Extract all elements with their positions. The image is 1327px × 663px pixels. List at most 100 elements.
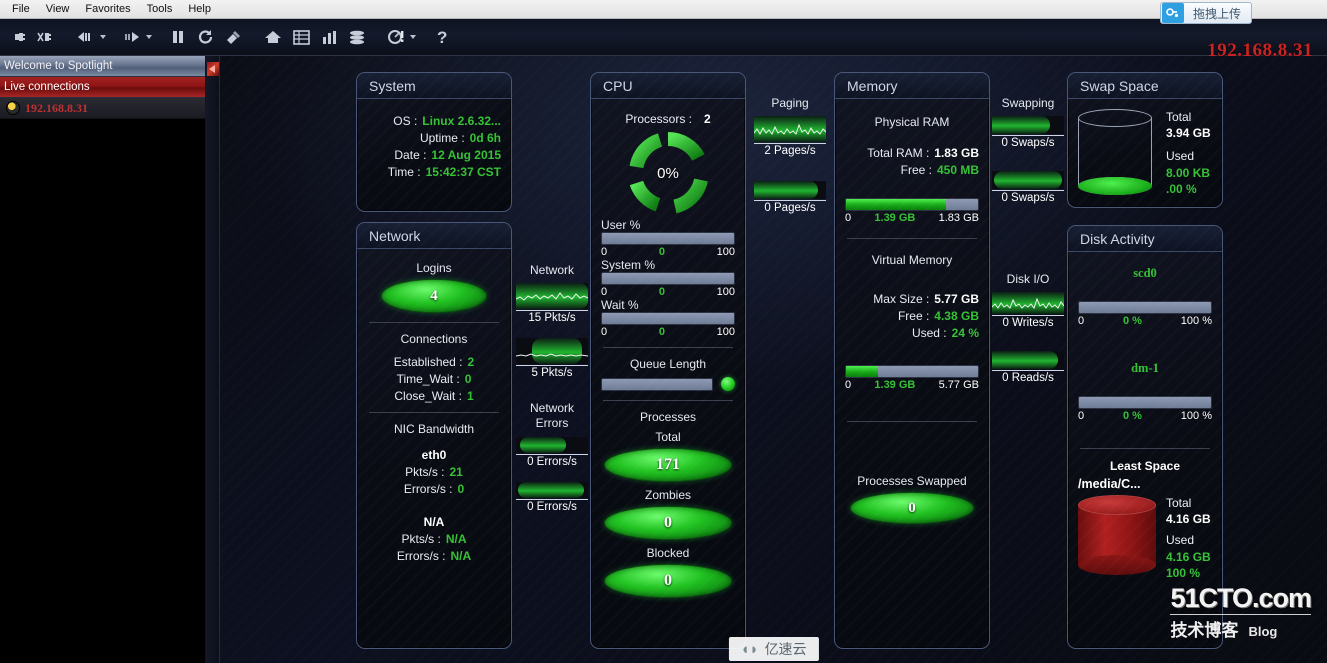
memory-free-label: Free :	[900, 163, 932, 177]
cpu-bar-user-min: 0	[601, 246, 608, 258]
connect-icon[interactable]	[6, 24, 32, 50]
processes-swapped-label: Processes Swapped	[857, 474, 967, 488]
nic-1-name: N/A	[423, 515, 445, 529]
database-icon[interactable]	[344, 24, 370, 50]
disconnect-icon[interactable]	[34, 24, 60, 50]
menu-item-file[interactable]: File	[4, 1, 38, 17]
panel-network[interactable]: Network Logins 4 Connections Established…	[356, 222, 512, 649]
swapping-flow-title: Swapping	[1001, 96, 1055, 110]
least-space-used-label: Used	[1166, 533, 1195, 548]
cpu-bar-label-user: User %	[601, 218, 641, 232]
alarm-dropdown-caret-icon[interactable]	[410, 35, 416, 39]
disk-0-max: 100 %	[1180, 315, 1212, 327]
virtual-used-row: Used : 24 %	[845, 326, 979, 340]
processes-swapped-gauge: 0	[850, 492, 974, 524]
memory-total-ram-value: 1.83 GB	[934, 146, 979, 160]
alarm-icon[interactable]	[383, 24, 409, 50]
processes-blocked-label: Blocked	[646, 546, 690, 560]
cpu-bar-system-max: 100	[716, 286, 735, 298]
menu-item-tools[interactable]: Tools	[139, 1, 181, 17]
panel-swap-space[interactable]: Swap Space Total 3.94 GB Used 8.00 KB .0…	[1067, 72, 1223, 208]
network-flow-value-0: 15 Pkts/s	[516, 310, 588, 324]
nic-0-errors-label: Errors/s :	[403, 482, 453, 496]
cloud-upload-icon	[1161, 3, 1184, 23]
cpu-usage-percent: 0%	[657, 164, 679, 182]
panel-cpu[interactable]: CPU Processors : 2 0% User % 0 0 100 Sys…	[590, 72, 746, 649]
grid-icon[interactable]	[288, 24, 314, 50]
processes-zombies-gauge: 0	[604, 506, 732, 540]
processes-blocked-gauge: 0	[604, 564, 732, 598]
least-space-cylinder	[1078, 495, 1156, 575]
established-label: Established :	[393, 355, 463, 369]
cpu-bar-user-value: 0	[658, 246, 665, 258]
network-flow-strip-0	[516, 283, 588, 309]
nic-0-name: eth0	[421, 448, 447, 462]
swapping-flow-widget: Swapping 0 Swaps/s 0 Swaps/s	[992, 96, 1064, 204]
disk-1-bar-labels: 0 0 % 100 %	[1078, 410, 1212, 422]
menu-item-view[interactable]: View	[38, 1, 78, 17]
sidebar-item-connection[interactable]: 192.168.8.31	[0, 98, 205, 119]
cpu-bar-user-max: 100	[716, 246, 735, 258]
system-row-date: Date : 12 Aug 2015	[367, 148, 501, 162]
virtual-free-row: Free : 4.38 GB	[845, 309, 979, 323]
close-wait-value: 1	[466, 389, 474, 403]
back-arrow-icon[interactable]	[73, 24, 99, 50]
swapping-strip-1	[992, 171, 1064, 189]
cpu-bar-system-value: 0	[658, 286, 665, 298]
processes-label: Processes	[639, 410, 697, 424]
panel-system[interactable]: System OS : Linux 2.6.32... Uptime : 0d …	[356, 72, 512, 212]
physical-ram-min: 0	[845, 212, 852, 224]
divider	[369, 412, 499, 413]
nic-1-errors-value: N/A	[450, 549, 472, 563]
system-os-label: OS :	[393, 114, 418, 128]
panel-swap-space-title: Swap Space	[1068, 73, 1222, 99]
virtual-memory-label: Virtual Memory	[871, 253, 953, 267]
paging-value-0: 2 Pages/s	[754, 143, 826, 157]
sidebar-item-welcome[interactable]: Welcome to Spotlight	[0, 56, 205, 77]
calibrate-icon[interactable]	[221, 24, 247, 50]
sidebar-group-live-connections[interactable]: Live connections	[0, 77, 205, 98]
virtual-memory-bar	[845, 365, 979, 378]
nic-0-errors: Errors/s : 0	[367, 482, 501, 496]
cpu-usage-donut: 0%	[625, 130, 711, 216]
virtual-memory-min: 0	[845, 379, 852, 391]
help-icon[interactable]: ?	[429, 24, 455, 50]
back-dropdown-caret-icon[interactable]	[100, 35, 106, 39]
least-space-mount: /media/C...	[1078, 477, 1141, 491]
physical-ram-used: 1.39 GB	[874, 212, 916, 224]
physical-ram-bar-labels: 0 1.39 GB 1.83 GB	[845, 212, 979, 224]
memory-total-ram-row: Total RAM : 1.83 GB	[845, 146, 979, 160]
divider	[1080, 448, 1210, 449]
forward-dropdown-caret-icon[interactable]	[146, 35, 152, 39]
paging-flow-widget: Paging 2 Pages/s 0 Pages/s	[754, 96, 826, 214]
refresh-icon[interactable]	[193, 24, 219, 50]
cpu-processors-value: 2	[704, 112, 711, 126]
network-flow-widget: Network 15 Pkts/s 5 Pkts/s Network Error…	[516, 263, 588, 513]
watermark-blog: Blog	[1248, 624, 1278, 639]
network-errors-strip-1	[516, 482, 588, 498]
memory-free-row: Free : 450 MB	[845, 163, 979, 177]
drag-upload-label: 拖拽上传	[1192, 6, 1241, 21]
cpu-bar-user	[601, 232, 735, 245]
virtual-used-value: 24 %	[951, 326, 979, 340]
panel-disk-activity[interactable]: Disk Activity scd0 0 0 % 100 % dm-1 0 0 …	[1067, 225, 1223, 649]
drag-upload-button[interactable]: 拖拽上传	[1159, 2, 1252, 24]
forward-arrow-icon[interactable]	[119, 24, 145, 50]
panel-system-title: System	[357, 73, 511, 99]
bar-chart-icon[interactable]	[316, 24, 342, 50]
splitter-collapse-icon[interactable]	[207, 62, 219, 76]
pause-icon[interactable]	[165, 24, 191, 50]
cpu-bar-wait	[601, 312, 735, 325]
network-errors-title-text: Network Errors	[529, 401, 574, 430]
sidebar-splitter[interactable]	[206, 56, 220, 663]
system-date-label: Date :	[394, 148, 427, 162]
menu-item-favorites[interactable]: Favorites	[77, 1, 138, 17]
logins-label: Logins	[416, 261, 452, 275]
panel-memory[interactable]: Memory Physical RAM Total RAM : 1.83 GB …	[834, 72, 990, 649]
nic-0-pkts: Pkts/s : 21	[367, 465, 501, 479]
cpu-bar-label-wait: Wait %	[601, 298, 639, 312]
nic-1-errors-label: Errors/s :	[396, 549, 446, 563]
divider	[603, 347, 733, 348]
menu-item-help[interactable]: Help	[180, 1, 219, 17]
home-icon[interactable]	[260, 24, 286, 50]
